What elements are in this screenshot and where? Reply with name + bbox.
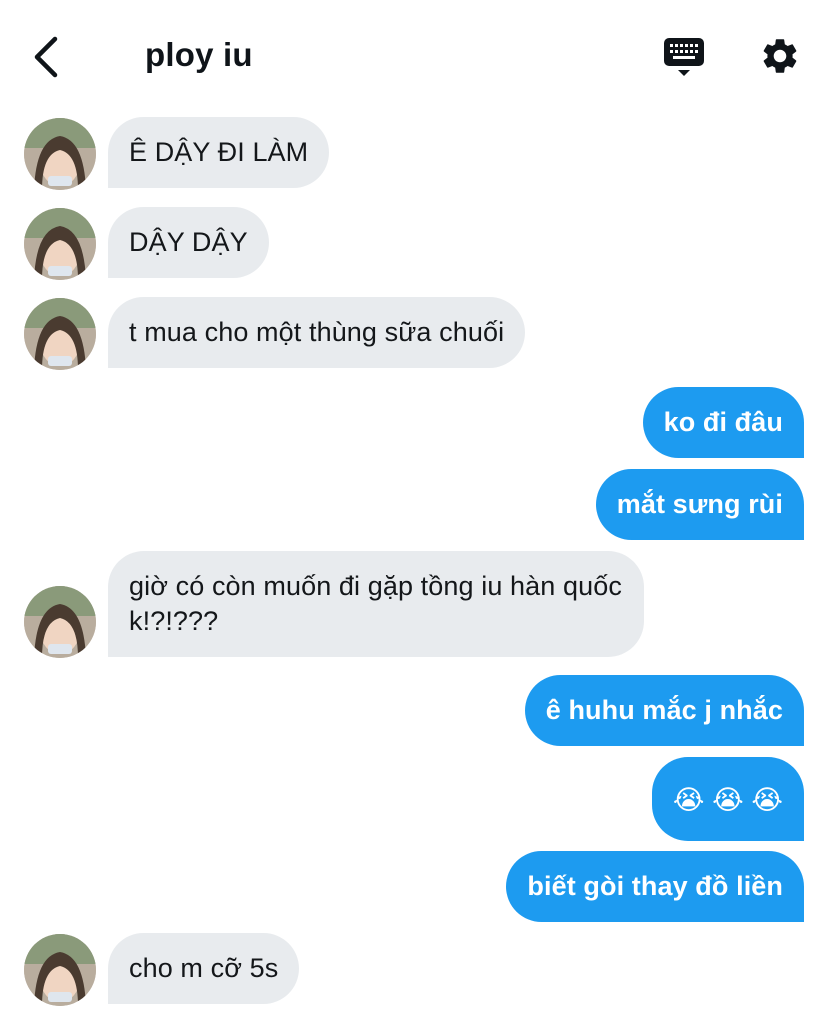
- message-bubble-outgoing[interactable]: ê huhu mắc j nhắc: [524, 675, 804, 746]
- message-bubble-incoming[interactable]: cho m cỡ 5s: [108, 933, 300, 1004]
- conversation-header: ploy iu: [0, 0, 828, 110]
- message-bubble-outgoing[interactable]: 😭 😭 😭: [651, 757, 804, 841]
- dm-conversation-screen: ploy iu Ê DẬY ĐI LÀM DẬY DẬY t mua cho m…: [0, 0, 828, 1022]
- keyboard-icon: [664, 38, 704, 76]
- gear-icon: [763, 39, 797, 73]
- sender-avatar[interactable]: [24, 934, 96, 1006]
- message-bubble-incoming[interactable]: giờ có còn muốn đi gặp tồng iu hàn quốc …: [108, 551, 644, 657]
- sender-avatar[interactable]: [24, 118, 96, 190]
- sender-avatar[interactable]: [24, 298, 96, 370]
- sender-avatar[interactable]: [24, 208, 96, 280]
- message-bubble-outgoing[interactable]: mắt sưng rùi: [595, 469, 804, 540]
- sender-avatar[interactable]: [24, 586, 96, 658]
- message-bubble-outgoing[interactable]: ko đi đâu: [642, 387, 804, 458]
- message-bubble-outgoing[interactable]: biết gòi thay đồ liền: [506, 851, 804, 922]
- conversation-settings-button[interactable]: [756, 32, 804, 80]
- chevron-left-icon: [34, 36, 58, 78]
- keyboard-toggle-button[interactable]: [660, 34, 708, 80]
- back-button[interactable]: [26, 34, 66, 80]
- message-bubble-incoming[interactable]: t mua cho một thùng sữa chuối: [108, 297, 526, 368]
- message-bubble-incoming[interactable]: Ê DẬY ĐI LÀM: [108, 117, 330, 188]
- conversation-title[interactable]: ploy iu: [145, 36, 253, 74]
- message-bubble-incoming[interactable]: DẬY DẬY: [108, 207, 269, 278]
